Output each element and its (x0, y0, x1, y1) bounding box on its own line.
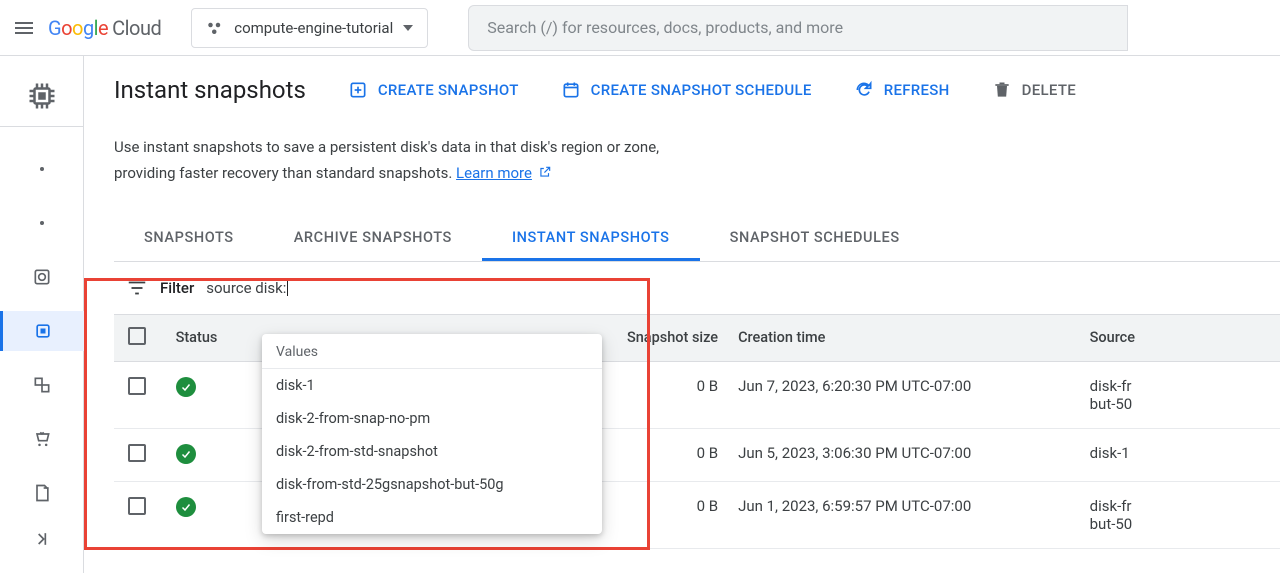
status-ok-icon (176, 497, 196, 517)
filter-query[interactable]: source disk: (206, 278, 288, 297)
popover-item[interactable]: disk-from-std-25gsnapshot-but-50g (262, 468, 602, 501)
refresh-button[interactable]: REFRESH (854, 80, 950, 100)
rail-item-doc[interactable] (18, 473, 66, 513)
learn-more-link[interactable]: Learn more (456, 164, 532, 182)
popover-item[interactable]: first-repd (262, 501, 602, 534)
trash-icon (992, 80, 1012, 100)
left-nav-rail (0, 56, 84, 573)
tab-snapshots[interactable]: SNAPSHOTS (114, 217, 264, 261)
search-bar[interactable] (468, 5, 1128, 51)
popover-item[interactable]: disk-2-from-std-snapshot (262, 435, 602, 468)
page-toolbar: Instant snapshots CREATE SNAPSHOT CREATE… (114, 76, 1280, 104)
popover-item[interactable]: disk-1 (262, 369, 602, 402)
rail-item-2[interactable] (18, 203, 66, 243)
rail-item-snapshots[interactable] (0, 311, 84, 351)
logo-suffix: Cloud (112, 16, 161, 40)
external-link-icon (538, 165, 552, 179)
tab-instant-snapshots[interactable]: INSTANT SNAPSHOTS (482, 217, 700, 261)
page-title: Instant snapshots (114, 76, 306, 104)
refresh-icon (854, 80, 874, 100)
logo[interactable]: Google Cloud (48, 16, 161, 40)
popover-item[interactable]: disk-2-from-snap-no-pm (262, 402, 602, 435)
col-source[interactable]: Source (1080, 314, 1280, 361)
col-created[interactable]: Creation time (728, 314, 1080, 361)
chevron-down-icon (403, 25, 413, 31)
filter-label: Filter (160, 279, 194, 297)
project-icon (206, 19, 224, 37)
cell-source: disk-fr but-50 (1080, 481, 1280, 548)
row-checkbox[interactable] (128, 377, 146, 395)
filter-values-popover: Values disk-1 disk-2-from-snap-no-pm dis… (262, 334, 602, 534)
create-snapshot-label: CREATE SNAPSHOT (378, 81, 519, 99)
row-checkbox[interactable] (128, 497, 146, 515)
cell-source: disk-1 (1080, 428, 1280, 481)
delete-label: DELETE (1022, 81, 1076, 99)
top-bar: Google Cloud compute-engine-tutorial (0, 0, 1280, 56)
status-ok-icon (176, 377, 196, 397)
add-box-icon (348, 80, 368, 100)
project-name: compute-engine-tutorial (234, 19, 393, 37)
rail-item-cart[interactable] (18, 419, 66, 459)
create-schedule-button[interactable]: CREATE SNAPSHOT SCHEDULE (561, 80, 812, 100)
tab-archive-snapshots[interactable]: ARCHIVE SNAPSHOTS (264, 217, 482, 261)
rail-item-disks[interactable] (18, 257, 66, 297)
cell-created: Jun 5, 2023, 3:06:30 PM UTC-07:00 (728, 428, 1080, 481)
tab-snapshot-schedules[interactable]: SNAPSHOT SCHEDULES (700, 217, 930, 261)
status-ok-icon (176, 444, 196, 464)
page-content: Instant snapshots CREATE SNAPSHOT CREATE… (84, 56, 1280, 573)
filter-icon (126, 277, 148, 299)
search-input[interactable] (487, 18, 1109, 37)
col-status[interactable]: Status (166, 314, 260, 361)
tabs: SNAPSHOTS ARCHIVE SNAPSHOTS INSTANT SNAP… (114, 217, 1280, 262)
page-description: Use instant snapshots to save a persiste… (114, 134, 814, 187)
row-checkbox[interactable] (128, 444, 146, 462)
refresh-label: REFRESH (884, 81, 950, 99)
cell-source: disk-fr but-50 (1080, 361, 1280, 428)
select-all-checkbox[interactable] (128, 327, 146, 345)
project-picker[interactable]: compute-engine-tutorial (191, 8, 428, 48)
filter-bar[interactable]: Filter source disk: (114, 262, 1280, 314)
rail-item-1[interactable] (18, 149, 66, 189)
menu-icon[interactable] (12, 16, 36, 40)
compute-engine-icon[interactable] (18, 72, 66, 120)
create-schedule-label: CREATE SNAPSHOT SCHEDULE (591, 81, 812, 99)
cell-created: Jun 7, 2023, 6:20:30 PM UTC-07:00 (728, 361, 1080, 428)
rail-expand-icon[interactable] (18, 519, 66, 559)
delete-button[interactable]: DELETE (992, 80, 1076, 100)
calendar-icon (561, 80, 581, 100)
rail-item-images[interactable] (18, 365, 66, 405)
popover-header: Values (262, 334, 602, 369)
cell-created: Jun 1, 2023, 6:59:57 PM UTC-07:00 (728, 481, 1080, 548)
create-snapshot-button[interactable]: CREATE SNAPSHOT (348, 80, 519, 100)
